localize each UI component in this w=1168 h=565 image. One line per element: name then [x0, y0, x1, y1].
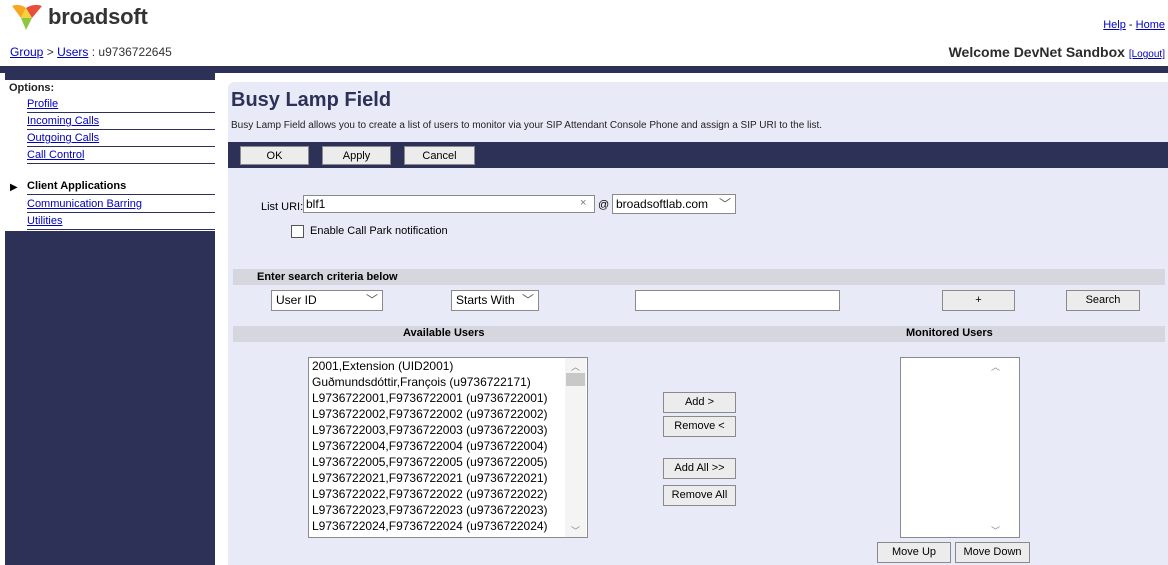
- list-item[interactable]: L9736722024,F9736722024 (u9736722024): [309, 518, 587, 534]
- top-links-separator: -: [1128, 19, 1133, 31]
- add-all-button[interactable]: Add All >>: [663, 458, 736, 479]
- at-sign: @: [598, 199, 610, 211]
- list-item[interactable]: L9736722003,F9736722003 (u9736722003): [309, 422, 587, 438]
- logout-link[interactable]: [Logout]: [1129, 49, 1165, 60]
- move-down-button[interactable]: Move Down: [955, 542, 1030, 563]
- chevron-down-icon: ﹀: [365, 293, 378, 307]
- list-item[interactable]: L9736722023,F9736722023 (u9736722023): [309, 502, 587, 518]
- welcome-text: Welcome DevNet Sandbox: [948, 44, 1125, 60]
- sidebar-item-utilities[interactable]: Utilities: [27, 213, 215, 230]
- search-field-select[interactable]: User ID ﹀: [271, 290, 383, 311]
- available-users-list[interactable]: 2001,Extension (UID2001) Guðmundsdóttir,…: [308, 357, 588, 538]
- search-field-value: User ID: [276, 293, 317, 307]
- breadcrumb-users-link[interactable]: Users: [57, 45, 88, 59]
- available-users-header: Available Users: [403, 327, 485, 339]
- welcome-area: Welcome DevNet Sandbox [Logout]: [949, 44, 1165, 60]
- monitored-users-list[interactable]: [900, 357, 1020, 538]
- sidebar-item-incoming-calls[interactable]: Incoming Calls: [27, 113, 215, 130]
- search-input[interactable]: [635, 290, 840, 311]
- breadcrumb-current-user: : u9736722645: [91, 45, 172, 59]
- domain-select-value: broadsoftlab.com: [616, 197, 709, 211]
- sidebar-item-client-applications[interactable]: Client Applications: [27, 178, 215, 195]
- list-item[interactable]: Guðmundsdóttir,François (u9736722171): [309, 374, 587, 390]
- apply-button[interactable]: Apply: [322, 146, 391, 165]
- broadsoft-logo-text: broadsoft: [48, 4, 148, 29]
- search-mode-select[interactable]: Starts With ﹀: [451, 290, 539, 311]
- scroll-up-icon[interactable]: ︿: [571, 360, 580, 373]
- list-item[interactable]: L9736722021,F9736722021 (u9736722021): [309, 470, 587, 486]
- breadcrumb: Group > Users : u9736722645: [10, 45, 172, 59]
- list-item[interactable]: L9736722001,F9736722001 (u9736722001): [309, 390, 587, 406]
- breadcrumb-group-link[interactable]: Group: [10, 45, 43, 59]
- call-park-checkbox[interactable]: [291, 225, 304, 238]
- list-item[interactable]: L9736722004,F9736722004 (u9736722004): [309, 438, 587, 454]
- scroll-up-icon[interactable]: ︿: [991, 360, 1000, 373]
- page-title: Busy Lamp Field: [231, 89, 392, 111]
- list-uri-input[interactable]: blf1: [303, 195, 595, 213]
- domain-select[interactable]: broadsoftlab.com ﹀: [612, 194, 736, 214]
- sidebar-item-outgoing-calls[interactable]: Outgoing Calls: [27, 130, 215, 147]
- active-item-bullet-icon: ▶: [10, 182, 18, 193]
- list-item[interactable]: L9736722002,F9736722002 (u9736722002): [309, 406, 587, 422]
- move-up-button[interactable]: Move Up: [877, 542, 951, 563]
- available-users-scroll-thumb[interactable]: [566, 373, 585, 386]
- scroll-down-icon[interactable]: ﹀: [991, 524, 1000, 537]
- breadcrumb-separator: >: [46, 45, 54, 59]
- list-item[interactable]: L9736722005,F9736722005 (u9736722005): [309, 454, 587, 470]
- sidebar-item-profile[interactable]: Profile: [27, 96, 215, 113]
- sidebar-item-communication-barring[interactable]: Communication Barring: [27, 196, 215, 213]
- chevron-down-icon: ﹀: [718, 197, 731, 211]
- monitored-users-header: Monitored Users: [906, 327, 993, 339]
- remove-all-button[interactable]: Remove All: [663, 485, 736, 506]
- ok-button[interactable]: OK: [240, 146, 309, 165]
- search-button[interactable]: Search: [1066, 290, 1140, 311]
- home-link[interactable]: Home: [1136, 19, 1165, 31]
- page-description: Busy Lamp Field allows you to create a l…: [231, 120, 823, 131]
- chevron-down-icon: ﹀: [521, 293, 534, 307]
- add-button[interactable]: Add >: [663, 392, 736, 413]
- clear-icon[interactable]: ×: [580, 197, 586, 209]
- top-links: Help - Home: [1103, 19, 1165, 31]
- search-mode-value: Starts With: [456, 293, 515, 307]
- broadsoft-logo: broadsoft: [10, 2, 148, 32]
- list-item[interactable]: L9736722022,F9736722022 (u9736722022): [309, 486, 587, 502]
- header-divider-bar: [0, 66, 1168, 73]
- list-item[interactable]: 2001,Extension (UID2001): [309, 358, 587, 374]
- search-criteria-header: Enter search criteria below: [233, 269, 1165, 285]
- broadsoft-logo-icon: [12, 4, 42, 30]
- remove-button[interactable]: Remove <: [663, 416, 736, 437]
- cancel-button[interactable]: Cancel: [404, 146, 475, 165]
- user-columns-header: [233, 326, 1165, 342]
- sidebar-title: Options:: [9, 82, 55, 94]
- sidebar-item-call-control[interactable]: Call Control: [27, 147, 215, 164]
- help-link[interactable]: Help: [1103, 19, 1126, 31]
- add-criteria-button[interactable]: +: [942, 290, 1015, 311]
- call-park-label: Enable Call Park notification: [310, 225, 448, 237]
- scroll-down-icon[interactable]: ﹀: [571, 524, 580, 537]
